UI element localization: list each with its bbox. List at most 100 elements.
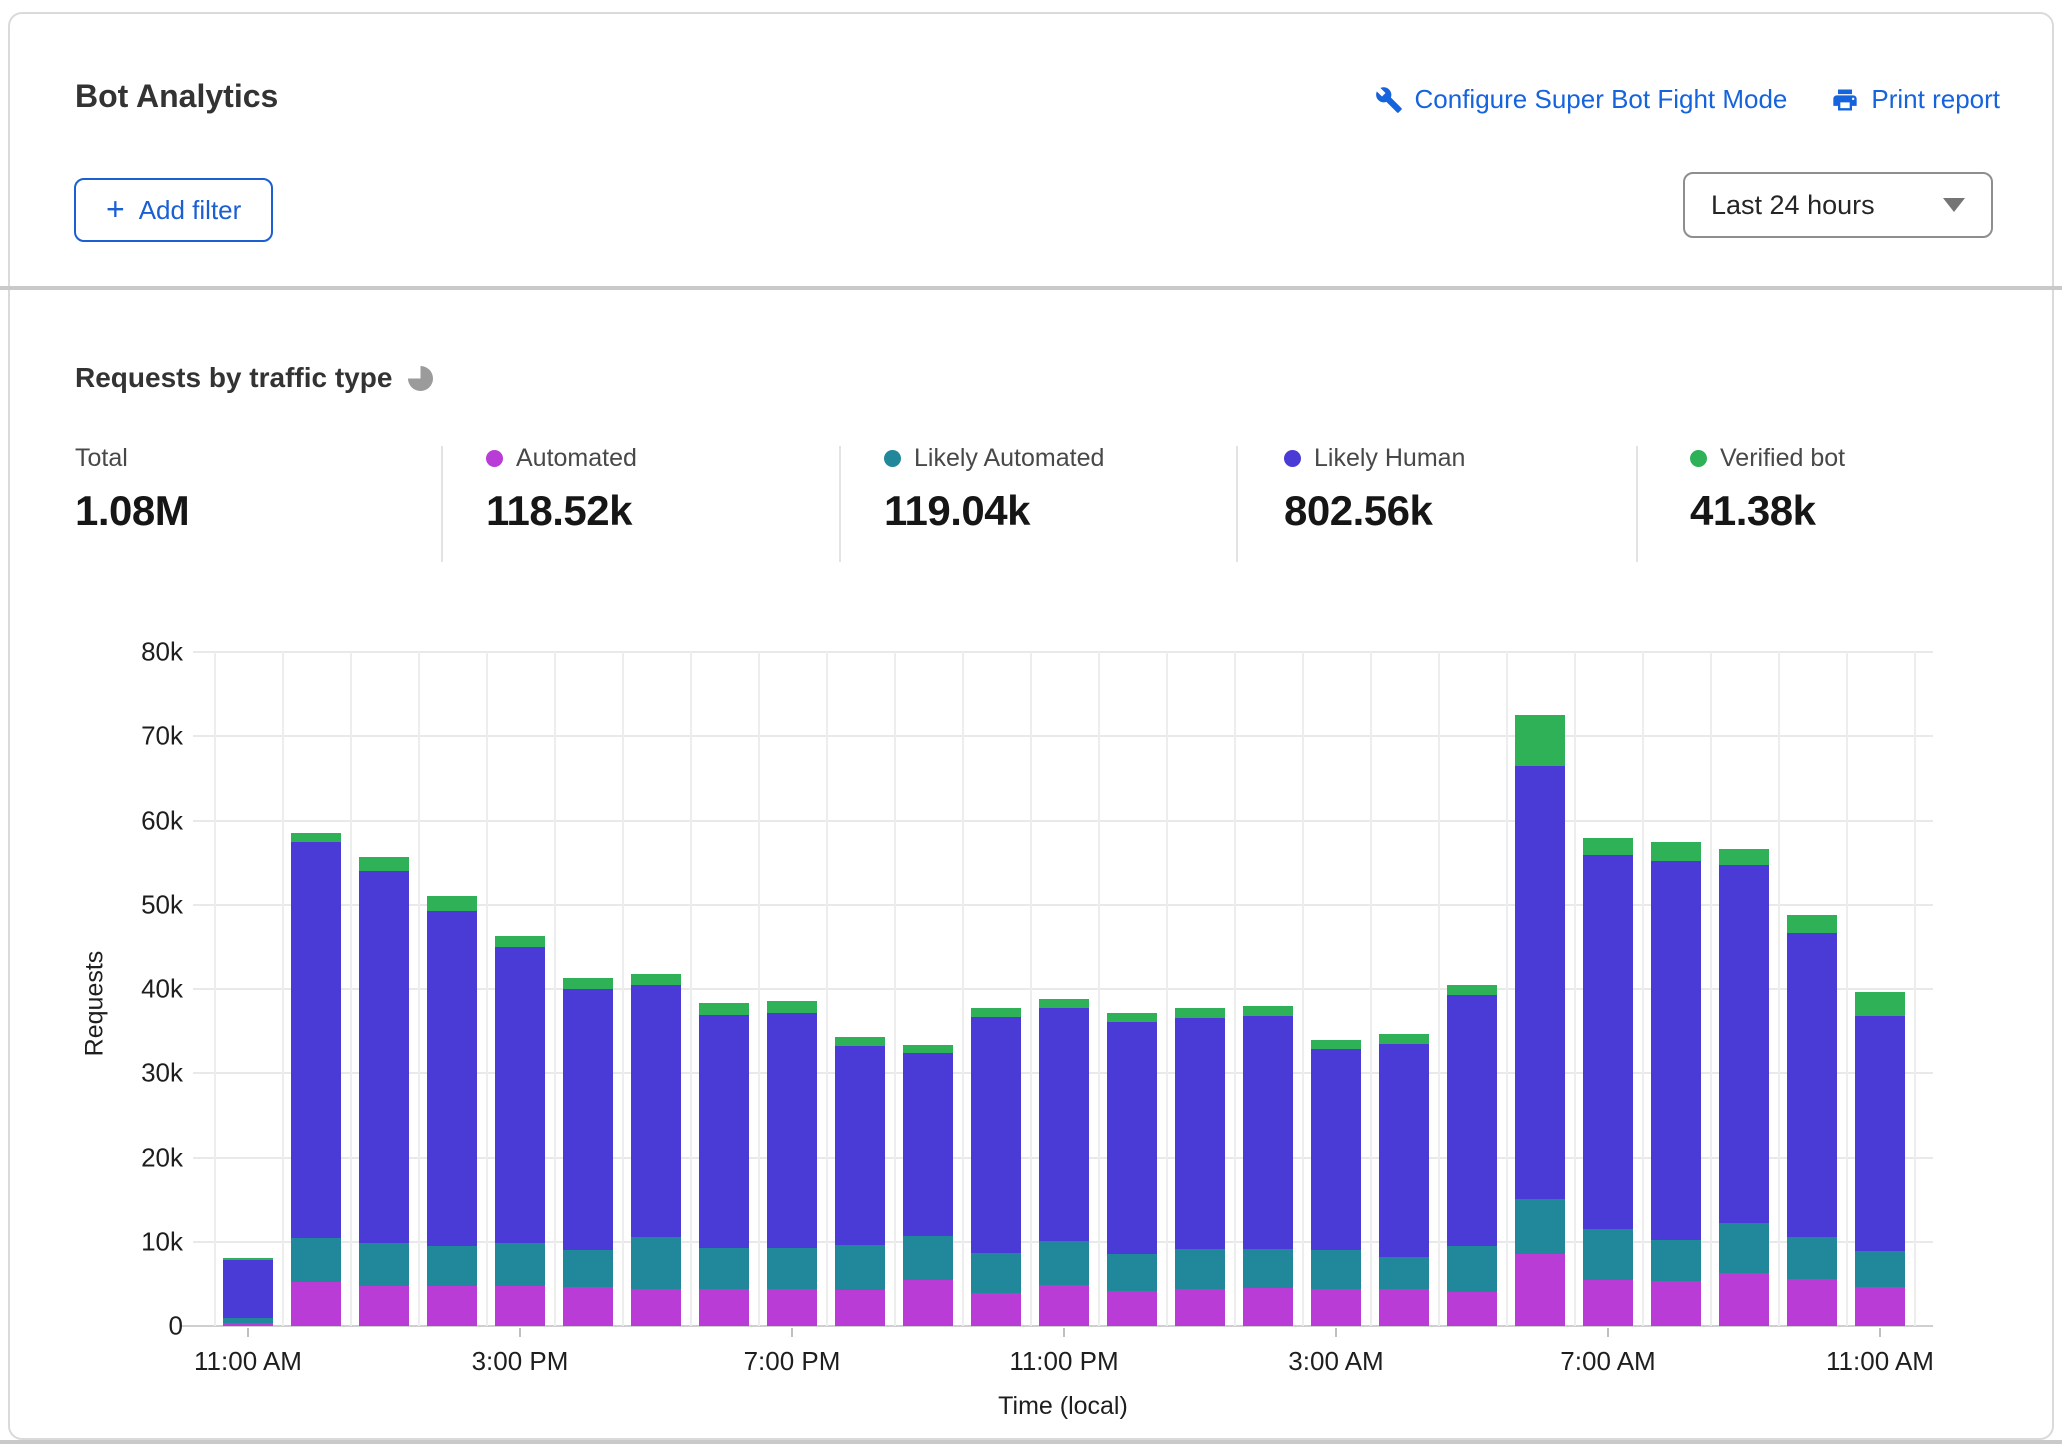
y-tick-label: 80k — [83, 637, 183, 668]
segment-verified-bot — [563, 978, 613, 989]
segment-likely-human — [1175, 1018, 1225, 1249]
x-axis-title: Time (local) — [953, 1392, 1173, 1421]
add-filter-label: Add filter — [139, 195, 242, 226]
print-link-label: Print report — [1871, 84, 2000, 115]
v-gridline — [1846, 652, 1848, 1326]
bar-2-00-am[interactable] — [1243, 1006, 1293, 1326]
segment-verified-bot — [291, 833, 341, 841]
bar-2-00-pm[interactable] — [427, 896, 477, 1326]
segment-likely-human — [1447, 995, 1497, 1246]
segment-automated — [1651, 1281, 1701, 1326]
segment-likely-automated — [1107, 1254, 1157, 1291]
segment-likely-human — [1039, 1008, 1089, 1241]
bar-7-00-am[interactable] — [1583, 838, 1633, 1326]
add-filter-button[interactable]: + Add filter — [74, 178, 273, 242]
bar-3-00-am[interactable] — [1311, 1040, 1361, 1326]
print-report-link[interactable]: Print report — [1831, 84, 2000, 115]
y-tick-label: 50k — [83, 889, 183, 920]
bar-5-00-pm[interactable] — [631, 974, 681, 1326]
bar-3-00-pm[interactable] — [495, 936, 545, 1326]
legend-dot-icon — [1690, 450, 1707, 467]
v-gridline — [894, 652, 896, 1326]
segment-automated — [1379, 1289, 1429, 1326]
x-tick-label: 7:00 PM — [682, 1346, 902, 1377]
x-tick-mark — [1607, 1328, 1609, 1337]
segment-likely-human — [1243, 1016, 1293, 1249]
segment-automated — [631, 1289, 681, 1326]
bar-11-00-am[interactable] — [1855, 992, 1905, 1326]
stat-value: 802.56k — [1284, 487, 1465, 535]
x-tick-mark — [1879, 1328, 1881, 1337]
segment-likely-human — [903, 1053, 953, 1236]
bar-6-00-am[interactable] — [1515, 715, 1565, 1326]
v-gridline — [690, 652, 692, 1326]
segment-likely-automated — [971, 1253, 1021, 1293]
stat-value: 1.08M — [75, 487, 189, 535]
stat-column-divider — [1236, 446, 1238, 562]
v-gridline — [1642, 652, 1644, 1326]
legend-dot-icon — [1284, 450, 1301, 467]
bar-1-00-pm[interactable] — [359, 857, 409, 1326]
stat-label: Likely Automated — [884, 444, 1104, 473]
x-tick-label: 11:00 AM — [138, 1346, 358, 1377]
segment-automated — [1175, 1289, 1225, 1326]
segment-likely-automated — [835, 1245, 885, 1290]
v-gridline — [1370, 652, 1372, 1326]
segment-likely-automated — [359, 1243, 409, 1287]
segment-verified-bot — [1787, 915, 1837, 933]
v-gridline — [1302, 652, 1304, 1326]
segment-verified-bot — [1719, 849, 1769, 865]
x-tick-label: 7:00 AM — [1498, 1346, 1718, 1377]
segment-automated — [1515, 1254, 1565, 1326]
bar-5-00-am[interactable] — [1447, 985, 1497, 1326]
stat-likely-human[interactable]: Likely Human 802.56k — [1284, 444, 1465, 564]
y-tick-label: 20k — [83, 1142, 183, 1173]
segment-verified-bot — [1039, 999, 1089, 1008]
bar-4-00-pm[interactable] — [563, 978, 613, 1326]
segment-likely-human — [1855, 1016, 1905, 1251]
configure-super-bot-fight-mode-link[interactable]: Configure Super Bot Fight Mode — [1375, 84, 1788, 115]
stat-label: Likely Human — [1284, 444, 1465, 473]
bar-8-00-pm[interactable] — [835, 1037, 885, 1326]
stat-automated[interactable]: Automated118.52k — [486, 444, 637, 564]
segment-automated — [1719, 1273, 1769, 1326]
bar-9-00-am[interactable] — [1719, 849, 1769, 1326]
legend-dot-icon — [884, 450, 901, 467]
stat-column-divider — [839, 446, 841, 562]
segment-verified-bot — [1651, 842, 1701, 861]
bar-11-00-pm[interactable] — [1039, 999, 1089, 1326]
stat-likely-automated[interactable]: Likely Automated 119.04k — [884, 444, 1104, 564]
bar-7-00-pm[interactable] — [767, 1001, 817, 1326]
segment-likely-human — [563, 989, 613, 1250]
v-gridline — [282, 652, 284, 1326]
stat-label: Verified bot — [1690, 444, 1845, 473]
bar-12-00-pm[interactable] — [291, 833, 341, 1326]
bar-1-00-am[interactable] — [1175, 1008, 1225, 1326]
bar-12-00-am[interactable] — [1107, 1013, 1157, 1326]
bar-10-00-am[interactable] — [1787, 915, 1837, 1326]
v-gridline — [486, 652, 488, 1326]
bar-10-00-pm[interactable] — [971, 1008, 1021, 1326]
stat-value: 119.04k — [884, 487, 1104, 535]
segment-verified-bot — [1311, 1040, 1361, 1049]
bar-11-00-am[interactable] — [223, 1258, 273, 1326]
time-range-dropdown[interactable]: Last 24 hours — [1683, 172, 1993, 238]
bottom-divider — [0, 1440, 2062, 1444]
v-gridline — [1914, 652, 1916, 1326]
segment-likely-human — [1719, 865, 1769, 1223]
stat-column-divider — [441, 446, 443, 562]
bar-9-00-pm[interactable] — [903, 1045, 953, 1326]
segment-likely-human — [291, 842, 341, 1238]
v-gridline — [1710, 652, 1712, 1326]
wrench-icon — [1375, 86, 1403, 114]
segment-likely-automated — [427, 1246, 477, 1286]
segment-automated — [563, 1287, 613, 1326]
stat-verified-bot[interactable]: Verified bot41.38k — [1690, 444, 1845, 564]
segment-automated — [699, 1289, 749, 1326]
v-gridline — [418, 652, 420, 1326]
stat-total[interactable]: Total1.08M — [75, 444, 189, 564]
bar-6-00-pm[interactable] — [699, 1003, 749, 1326]
bar-4-00-am[interactable] — [1379, 1034, 1429, 1326]
segment-likely-human — [971, 1017, 1021, 1253]
bar-8-00-am[interactable] — [1651, 842, 1701, 1326]
